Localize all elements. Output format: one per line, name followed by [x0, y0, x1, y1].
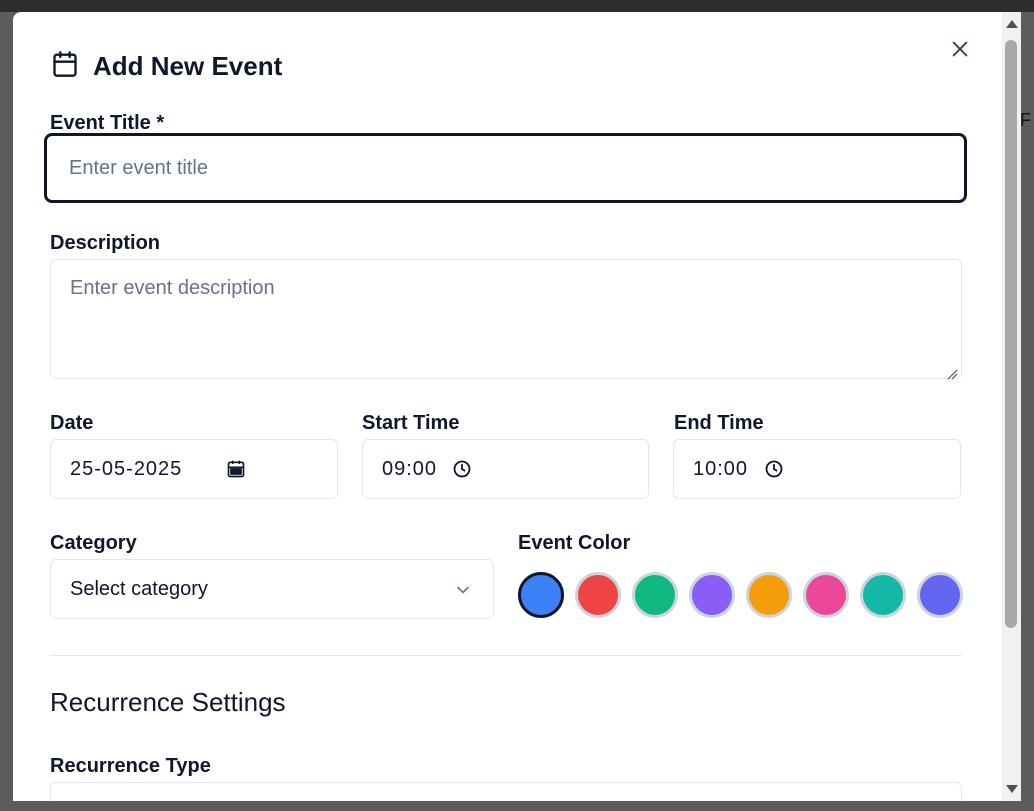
- clock-icon[interactable]: [764, 459, 784, 479]
- calendar-icon[interactable]: [226, 459, 246, 479]
- background-text: F: [1020, 110, 1031, 130]
- color-swatch[interactable]: [803, 572, 849, 618]
- recurrence-type-select[interactable]: [50, 782, 962, 801]
- scroll-up-icon[interactable]: [1006, 20, 1018, 28]
- calendar-icon: [51, 50, 79, 83]
- clock-icon[interactable]: [452, 459, 472, 479]
- category-select[interactable]: Select category: [50, 559, 494, 619]
- category-label: Category: [50, 532, 137, 554]
- end-time-input[interactable]: 10:00: [673, 439, 961, 499]
- color-swatch-group: [518, 572, 963, 618]
- color-swatch[interactable]: [860, 572, 906, 618]
- color-swatch[interactable]: [917, 572, 963, 618]
- scrollbar[interactable]: [1002, 12, 1021, 801]
- date-value: 25-05-2025: [70, 457, 183, 480]
- date-label: Date: [50, 412, 94, 434]
- date-input[interactable]: 25-05-2025: [50, 439, 338, 499]
- color-swatch[interactable]: [632, 572, 678, 618]
- event-title-placeholder: Enter event title: [69, 156, 208, 179]
- color-swatch[interactable]: [518, 572, 564, 618]
- color-swatch[interactable]: [689, 572, 735, 618]
- end-time-label: End Time: [674, 412, 764, 434]
- start-time-input[interactable]: 09:00: [362, 439, 649, 499]
- start-time-label: Start Time: [362, 412, 460, 434]
- backdrop: [0, 0, 1034, 12]
- color-swatch[interactable]: [746, 572, 792, 618]
- close-icon: [949, 41, 971, 64]
- recurrence-type-label: Recurrence Type: [50, 755, 211, 777]
- end-time-value: 10:00: [693, 457, 749, 480]
- close-button[interactable]: [949, 38, 971, 60]
- recurrence-section-title: Recurrence Settings: [50, 687, 286, 717]
- section-divider: [50, 655, 962, 656]
- event-color-label: Event Color: [518, 532, 631, 554]
- modal-header: Add New Event: [51, 50, 282, 83]
- scroll-down-icon[interactable]: [1006, 785, 1018, 793]
- modal-title: Add New Event: [93, 51, 283, 81]
- event-title-label: Event Title *: [50, 112, 165, 134]
- category-selected-value: Select category: [70, 577, 208, 600]
- event-title-input[interactable]: Enter event title: [44, 133, 967, 203]
- start-time-value: 09:00: [382, 457, 438, 480]
- scroll-thumb[interactable]: [1005, 40, 1017, 628]
- description-textarea[interactable]: Enter event description: [50, 259, 962, 380]
- description-label: Description: [50, 232, 161, 254]
- chevron-down-icon: [453, 580, 473, 600]
- color-swatch[interactable]: [575, 572, 621, 618]
- add-event-modal: Add New Event Event Title * Enter event …: [13, 12, 1021, 801]
- resize-handle-icon[interactable]: [946, 363, 958, 380]
- description-placeholder: Enter event description: [70, 277, 275, 299]
